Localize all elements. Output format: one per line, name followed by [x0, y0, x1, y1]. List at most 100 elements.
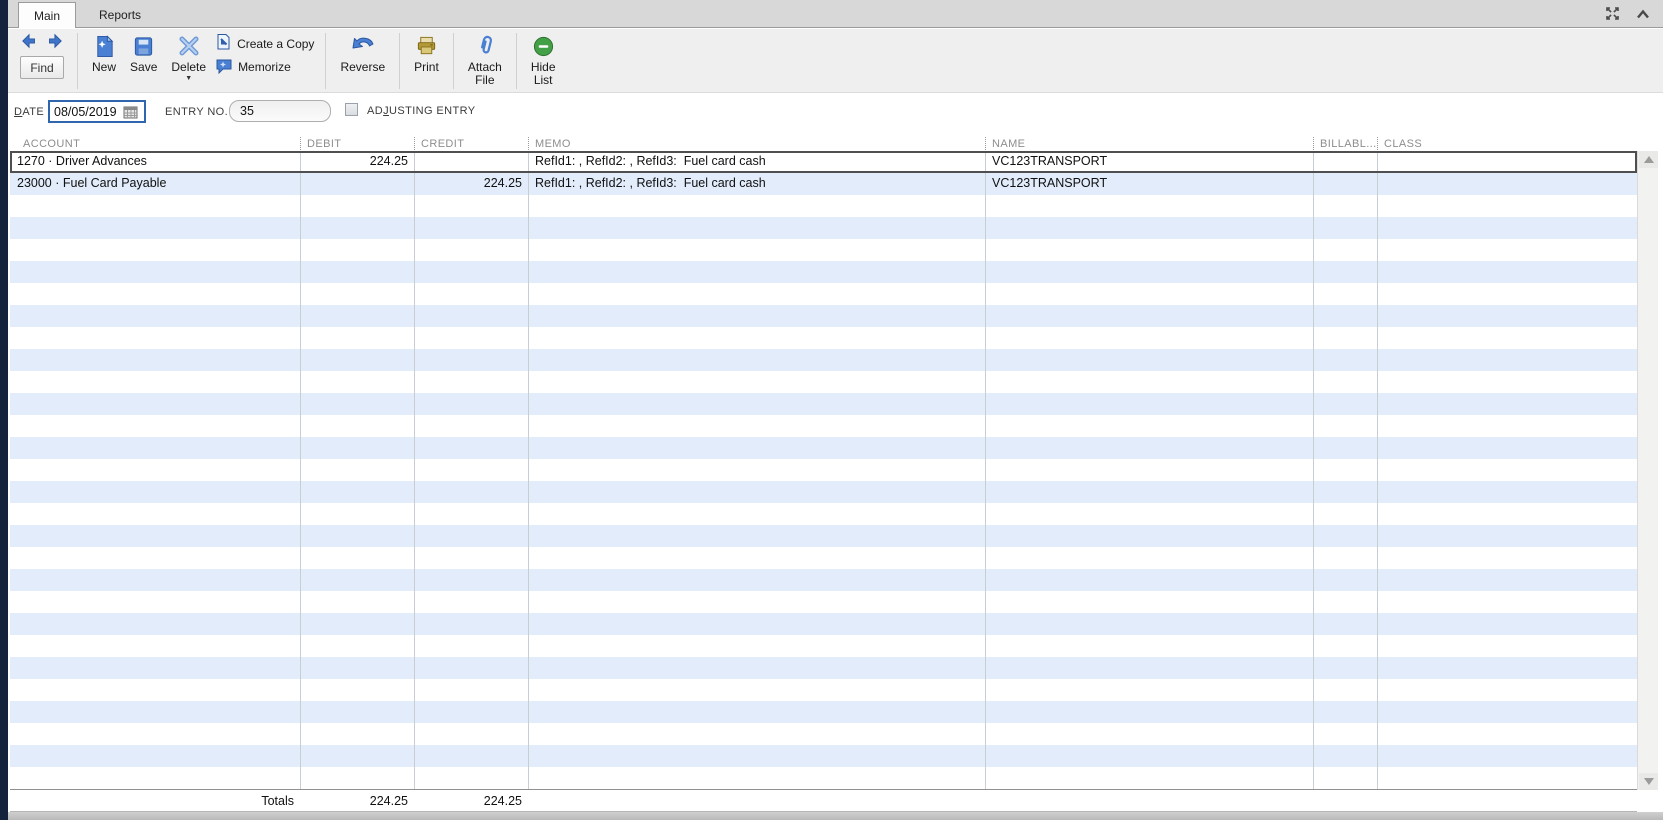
cell-memo[interactable] — [528, 437, 985, 459]
table-row[interactable] — [10, 371, 1637, 393]
cell-account[interactable] — [10, 283, 300, 305]
cell-account[interactable] — [10, 459, 300, 481]
cell-memo[interactable]: RefId1: , RefId2: , RefId3: Fuel card ca… — [528, 151, 985, 173]
cell-name[interactable] — [985, 195, 1313, 217]
cell-class[interactable] — [1377, 657, 1637, 679]
scroll-up-button[interactable] — [1639, 151, 1658, 168]
cell-memo[interactable] — [528, 305, 985, 327]
table-row[interactable] — [10, 635, 1637, 657]
cell-credit[interactable]: 224.25 — [414, 173, 528, 195]
scroll-down-button[interactable] — [1639, 773, 1658, 790]
cell-class[interactable] — [1377, 173, 1637, 195]
table-row[interactable] — [10, 613, 1637, 635]
cell-credit[interactable] — [414, 745, 528, 767]
cell-name[interactable]: VC123TRANSPORT — [985, 173, 1313, 195]
cell-billable[interactable] — [1313, 481, 1377, 503]
cell-class[interactable] — [1377, 393, 1637, 415]
cell-class[interactable] — [1377, 239, 1637, 261]
cell-billable[interactable] — [1313, 459, 1377, 481]
cell-debit[interactable] — [300, 283, 414, 305]
cell-class[interactable] — [1377, 503, 1637, 525]
cell-credit[interactable] — [414, 349, 528, 371]
table-row[interactable] — [10, 503, 1637, 525]
cell-memo[interactable] — [528, 657, 985, 679]
cell-name[interactable] — [985, 723, 1313, 745]
cell-debit[interactable] — [300, 745, 414, 767]
cell-billable[interactable] — [1313, 613, 1377, 635]
cell-billable[interactable] — [1313, 261, 1377, 283]
cell-name[interactable] — [985, 635, 1313, 657]
attach-file-button[interactable]: Attach File — [468, 32, 502, 88]
table-row[interactable] — [10, 547, 1637, 569]
cell-billable[interactable] — [1313, 217, 1377, 239]
cell-credit[interactable] — [414, 481, 528, 503]
cell-credit[interactable] — [414, 569, 528, 591]
cell-name[interactable] — [985, 657, 1313, 679]
cell-billable[interactable] — [1313, 547, 1377, 569]
cell-credit[interactable] — [414, 393, 528, 415]
table-row[interactable] — [10, 261, 1637, 283]
cell-account[interactable] — [10, 701, 300, 723]
cell-class[interactable] — [1377, 613, 1637, 635]
cell-debit[interactable] — [300, 723, 414, 745]
table-row[interactable] — [10, 195, 1637, 217]
cell-memo[interactable] — [528, 349, 985, 371]
table-row[interactable] — [10, 569, 1637, 591]
cell-billable[interactable] — [1313, 283, 1377, 305]
table-row[interactable] — [10, 525, 1637, 547]
cell-credit[interactable] — [414, 723, 528, 745]
table-row[interactable] — [10, 459, 1637, 481]
cell-name[interactable] — [985, 767, 1313, 789]
cell-debit[interactable] — [300, 459, 414, 481]
cell-class[interactable] — [1377, 415, 1637, 437]
cell-account[interactable] — [10, 217, 300, 239]
cell-debit[interactable] — [300, 217, 414, 239]
table-row[interactable] — [10, 481, 1637, 503]
cell-billable[interactable] — [1313, 745, 1377, 767]
cell-name[interactable] — [985, 525, 1313, 547]
cell-account[interactable] — [10, 239, 300, 261]
cell-name[interactable] — [985, 459, 1313, 481]
cell-credit[interactable] — [414, 701, 528, 723]
cell-credit[interactable] — [414, 195, 528, 217]
cell-class[interactable] — [1377, 437, 1637, 459]
cell-memo[interactable] — [528, 679, 985, 701]
cell-account[interactable] — [10, 393, 300, 415]
cell-name[interactable] — [985, 239, 1313, 261]
cell-account[interactable] — [10, 415, 300, 437]
table-row[interactable] — [10, 217, 1637, 239]
cell-debit[interactable] — [300, 701, 414, 723]
table-row[interactable] — [10, 723, 1637, 745]
cell-credit[interactable] — [414, 679, 528, 701]
collapse-ribbon-icon[interactable] — [1635, 7, 1651, 26]
cell-billable[interactable] — [1313, 503, 1377, 525]
cell-debit[interactable] — [300, 525, 414, 547]
table-row[interactable] — [10, 767, 1637, 789]
cell-debit[interactable] — [300, 261, 414, 283]
cell-name[interactable] — [985, 547, 1313, 569]
cell-name[interactable] — [985, 481, 1313, 503]
cell-name[interactable] — [985, 701, 1313, 723]
cell-memo[interactable] — [528, 569, 985, 591]
cell-account[interactable] — [10, 437, 300, 459]
cell-credit[interactable] — [414, 305, 528, 327]
cell-debit[interactable] — [300, 371, 414, 393]
table-row[interactable] — [10, 679, 1637, 701]
cell-credit[interactable] — [414, 151, 528, 173]
delete-dropdown-icon[interactable]: ▼ — [185, 75, 192, 82]
cell-billable[interactable] — [1313, 173, 1377, 195]
cell-account[interactable] — [10, 569, 300, 591]
cell-debit[interactable] — [300, 327, 414, 349]
cell-memo[interactable] — [528, 239, 985, 261]
cell-class[interactable] — [1377, 481, 1637, 503]
cell-debit[interactable]: 224.25 — [300, 151, 414, 173]
cell-name[interactable] — [985, 327, 1313, 349]
cell-name[interactable] — [985, 283, 1313, 305]
cell-class[interactable] — [1377, 459, 1637, 481]
table-row[interactable] — [10, 701, 1637, 723]
cell-class[interactable] — [1377, 569, 1637, 591]
cell-name[interactable] — [985, 305, 1313, 327]
cell-class[interactable] — [1377, 547, 1637, 569]
cell-billable[interactable] — [1313, 305, 1377, 327]
cell-credit[interactable] — [414, 437, 528, 459]
